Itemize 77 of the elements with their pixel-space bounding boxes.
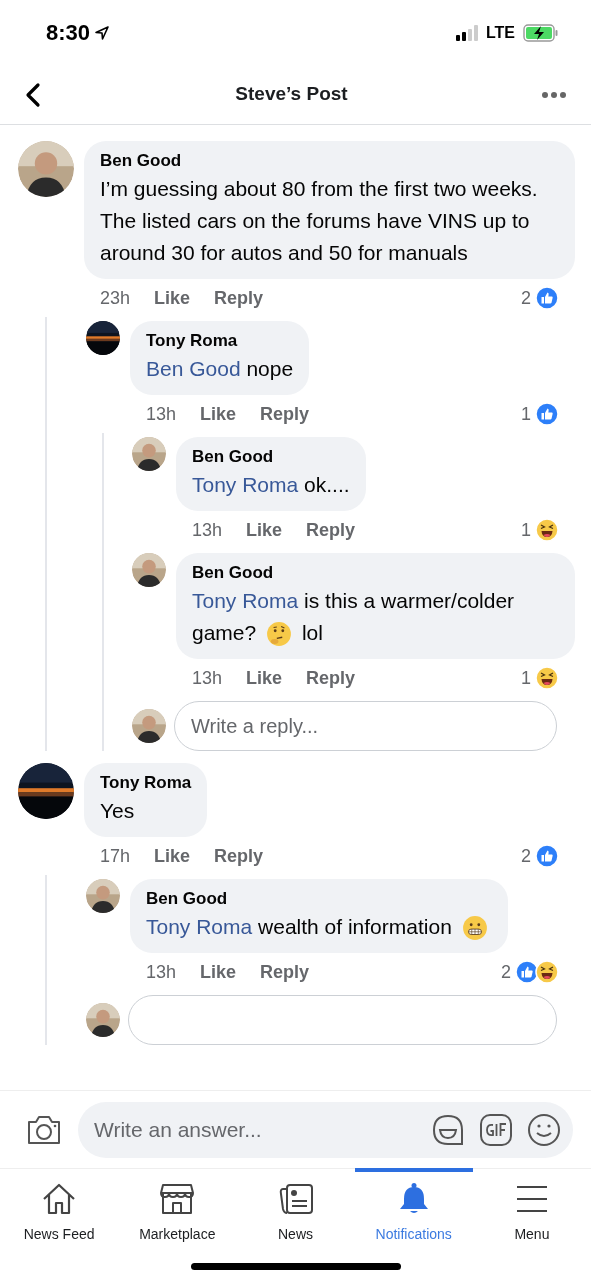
author-name[interactable]: Tony Roma	[146, 329, 294, 353]
reaction-count: 1	[521, 518, 531, 542]
mention-link[interactable]: Tony Roma	[192, 589, 299, 612]
mention-link[interactable]: Tony Roma	[146, 915, 253, 938]
newspaper-icon	[277, 1182, 314, 1216]
reply-field[interactable]: Write a reply...	[174, 701, 557, 751]
author-name[interactable]: Ben Good	[100, 149, 559, 173]
reaction-count: 2	[521, 844, 531, 868]
emoji-icon	[527, 1112, 561, 1147]
grimacing-emoji-icon	[461, 915, 488, 942]
comment-text: Yes	[100, 798, 136, 824]
avatar-icon	[86, 1003, 120, 1037]
mention-link[interactable]: Tony Roma	[192, 473, 299, 496]
reply-button[interactable]: Reply	[306, 516, 356, 544]
mention-link[interactable]: Ben Good	[146, 357, 241, 380]
page-title: Steve’s Post	[235, 82, 348, 107]
comment-text: Tony Roma wealth of information	[146, 911, 492, 943]
reply-button[interactable]: Reply	[306, 664, 356, 692]
laughing-emoji-icon	[535, 518, 559, 542]
tab[interactable]: Menu	[472, 1168, 591, 1253]
laughing-emoji-icon	[535, 666, 559, 690]
like-button[interactable]: Like	[154, 842, 191, 870]
reply-button[interactable]: Reply	[260, 400, 310, 428]
sticker-icon	[431, 1112, 465, 1147]
comment-text: Ben Good nope	[146, 356, 294, 382]
location-arrow-icon	[94, 24, 111, 41]
network-label: LTE	[485, 22, 515, 43]
comment-text: I’m guessing about 80 from the first two weeks. The listed cars on the forums have VINS up to around 30 for autos and 50 for manuals	[100, 176, 539, 266]
author-name[interactable]: Ben Good	[192, 561, 559, 585]
comment-time: 13h	[146, 402, 177, 426]
comment-time: 23h	[100, 286, 131, 310]
thumbs-up-icon	[535, 402, 559, 426]
battery-charging-icon	[523, 23, 559, 42]
clock-time: 8:30	[46, 19, 91, 47]
tab[interactable]: News Feed	[0, 1168, 119, 1253]
comment-text: Tony Roma ok....	[192, 472, 350, 498]
like-button[interactable]: Like	[246, 664, 283, 692]
reaction-count: 1	[521, 402, 531, 426]
reply-field[interactable]	[128, 995, 557, 1045]
like-button[interactable]: Like	[200, 958, 237, 986]
reply-button[interactable]: Reply	[260, 958, 310, 986]
camera-button[interactable]	[26, 1113, 62, 1146]
store-icon	[159, 1182, 196, 1216]
comment-text: Tony Roma is this a warmer/colder game? lol	[192, 585, 559, 649]
reply-button[interactable]: Reply	[214, 284, 264, 312]
like-button[interactable]: Like	[200, 400, 237, 428]
more-options-button[interactable]	[541, 90, 567, 99]
comment-time: 17h	[100, 844, 131, 868]
avatar-icon	[132, 553, 166, 587]
tab[interactable]: Marketplace	[118, 1168, 237, 1253]
comment-time: 13h	[192, 518, 223, 542]
author-name[interactable]: Tony Roma	[100, 771, 192, 795]
avatar-icon	[132, 437, 166, 471]
thumbs-up-icon	[515, 960, 539, 984]
laughing-emoji-icon	[535, 960, 559, 984]
back-button[interactable]	[24, 81, 42, 108]
thinking-emoji-icon	[266, 621, 293, 648]
tab[interactable]: Notifications	[354, 1168, 473, 1253]
thumbs-up-icon	[535, 844, 559, 868]
gif-icon	[479, 1112, 513, 1147]
author-name[interactable]: Ben Good	[146, 887, 492, 911]
tab[interactable]: News	[236, 1168, 355, 1253]
reply-button[interactable]: Reply	[214, 842, 264, 870]
avatar-icon	[18, 141, 74, 197]
thumbs-up-icon	[535, 286, 559, 310]
comment-time: 13h	[192, 666, 223, 690]
comment-time: 13h	[146, 960, 177, 984]
avatar-icon	[132, 709, 166, 743]
answer-field[interactable]: Write an answer...	[78, 1101, 573, 1158]
author-name[interactable]: Ben Good	[192, 445, 350, 469]
reaction-count: 1	[521, 666, 531, 690]
avatar-icon	[86, 879, 120, 913]
like-button[interactable]: Like	[154, 284, 191, 312]
reaction-count: 2	[501, 960, 511, 984]
signal-icon	[455, 24, 478, 41]
reaction-count: 2	[521, 286, 531, 310]
like-button[interactable]: Like	[246, 516, 283, 544]
